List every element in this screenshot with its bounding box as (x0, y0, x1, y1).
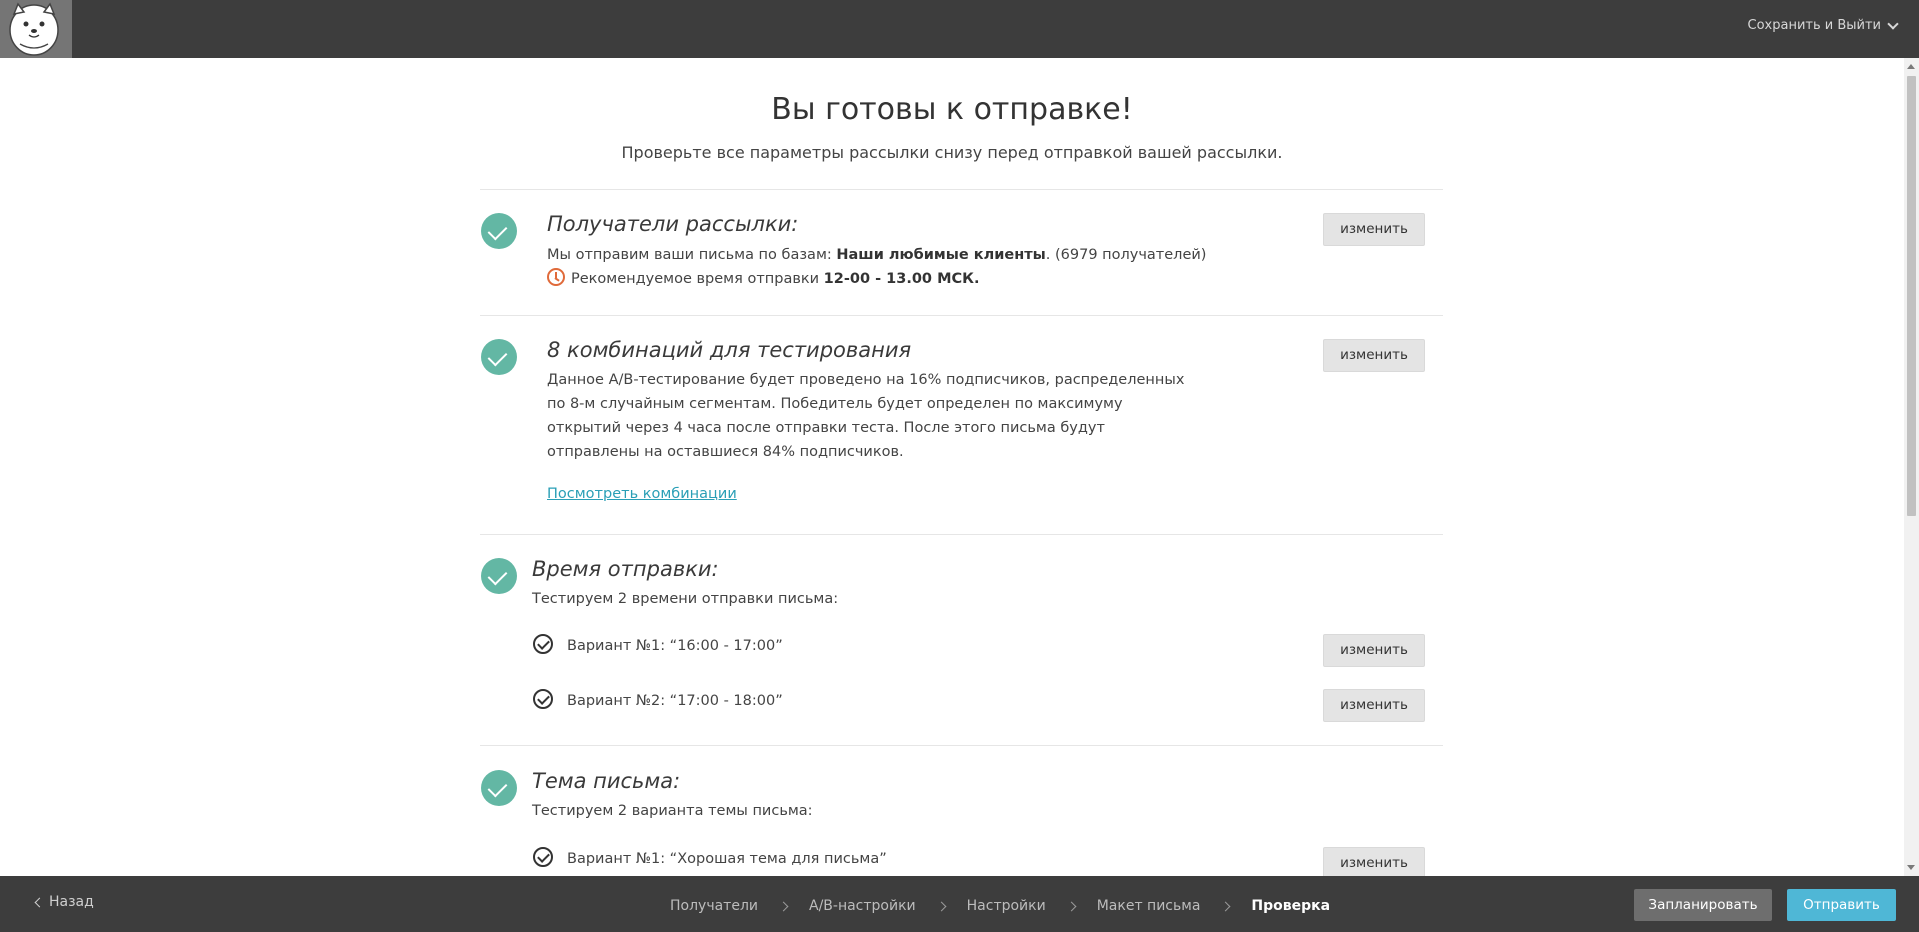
send-time-variant-1: Вариант №1: “16:00 - 17:00” (567, 638, 783, 654)
change-send-time-variant-2-button[interactable]: изменить (1323, 689, 1425, 722)
back-label: Назад (49, 894, 94, 910)
chevron-down-icon (1887, 17, 1899, 30)
top-bar: Сохранить и Выйти (0, 0, 1919, 58)
bottom-bar: Назад Получатели A/B-настройки Настройки… (0, 876, 1919, 932)
recipients-base-name: Наши любимые клиенты (836, 247, 1046, 263)
step-review[interactable]: Проверка (1251, 898, 1330, 914)
check-circle-icon (481, 558, 517, 594)
chevron-right-icon (1066, 901, 1077, 911)
mascot-logo[interactable] (0, 0, 72, 58)
combinations-title: 8 комбинаций для тестирования (547, 338, 912, 362)
clock-icon (547, 268, 565, 286)
divider (480, 315, 1443, 316)
save-exit-menu[interactable]: Сохранить и Выйти (1747, 17, 1899, 33)
scroll-down-arrow-icon[interactable] (1907, 865, 1915, 870)
recipients-count: . (6979 получателей) (1045, 247, 1207, 263)
subject-subtitle: Тестируем 2 варианта темы письма: (532, 803, 813, 819)
recommended-time-value: 12-00 - 13.00 МСК. (823, 271, 980, 287)
divider (480, 189, 1443, 190)
step-settings[interactable]: Настройки (967, 898, 1046, 914)
chevron-right-icon (1220, 901, 1231, 911)
recipients-bases-prefix: Мы отправим ваши письма по базам: (547, 247, 837, 263)
variant-check-icon (533, 689, 553, 709)
variant-check-icon (533, 847, 553, 867)
recommended-time-prefix: Рекомендуемое время отправки (571, 271, 824, 287)
vertical-scrollbar[interactable] (1904, 58, 1919, 876)
change-subject-variant-1-button[interactable]: изменить (1323, 847, 1425, 876)
check-circle-icon (481, 770, 517, 806)
recipients-bases-text: Мы отправим ваши письма по базам: Наши л… (547, 243, 1247, 267)
step-recipients[interactable]: Получатели (670, 898, 758, 914)
send-time-title: Время отправки: (532, 557, 719, 581)
change-recipients-button[interactable]: изменить (1323, 213, 1425, 246)
chevron-right-icon (778, 901, 789, 911)
change-send-time-variant-1-button[interactable]: изменить (1323, 634, 1425, 667)
step-email-layout[interactable]: Макет письма (1097, 898, 1201, 914)
divider (480, 745, 1443, 746)
save-exit-label: Сохранить и Выйти (1747, 18, 1882, 33)
wizard-steps: Получатели A/B-настройки Настройки Макет… (670, 898, 1330, 914)
scrollbar-thumb[interactable] (1907, 76, 1916, 516)
back-button[interactable]: Назад (34, 894, 94, 910)
view-combinations-link[interactable]: Посмотреть комбинации (547, 486, 737, 502)
send-time-variant-2: Вариант №2: “17:00 - 18:00” (567, 693, 783, 709)
scroll-up-arrow-icon[interactable] (1907, 64, 1915, 69)
combinations-description: Данное А/В-тестирование будет проведено … (547, 372, 1185, 460)
step-ab-settings[interactable]: A/B-настройки (809, 898, 916, 914)
check-circle-icon (481, 213, 517, 249)
variant-check-icon (533, 634, 553, 654)
send-button[interactable]: Отправить (1787, 889, 1896, 921)
subject-title: Тема письма: (532, 769, 681, 793)
chevron-left-icon (34, 897, 45, 907)
schedule-button[interactable]: Запланировать (1634, 889, 1772, 921)
recommended-time-text: Рекомендуемое время отправки 12-00 - 13.… (547, 267, 1247, 291)
check-circle-icon (481, 339, 517, 375)
send-time-subtitle: Тестируем 2 времени отправки письма: (532, 591, 839, 607)
review-content: Вы готовы к отправке! Проверьте все пара… (0, 58, 1904, 876)
change-combinations-button[interactable]: изменить (1323, 339, 1425, 372)
subject-variant-1: Вариант №1: “Хорошая тема для письма” (567, 851, 887, 867)
divider (480, 534, 1443, 535)
page-title: Вы готовы к отправке! (771, 92, 1133, 127)
recipients-title: Получатели рассылки: (547, 212, 799, 236)
chevron-right-icon (936, 901, 947, 911)
page-subtitle: Проверьте все параметры рассылки снизу п… (621, 143, 1283, 162)
